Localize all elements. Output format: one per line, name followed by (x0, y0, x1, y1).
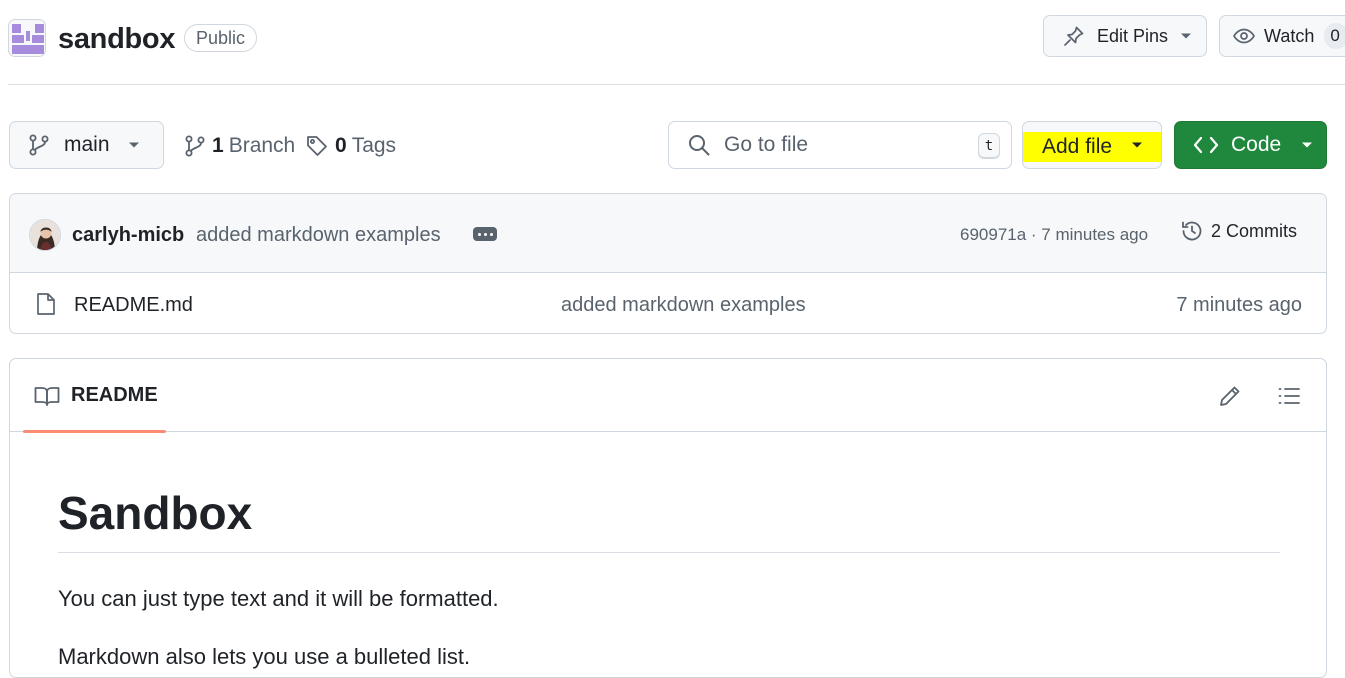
commits-count-label: 2 Commits (1211, 220, 1298, 241)
identicon-icon (12, 24, 44, 54)
watch-label: Watch (1264, 25, 1315, 46)
tag-count: 0 (335, 134, 347, 157)
add-file-button[interactable]: Add file (1022, 121, 1162, 169)
git-branch-icon (28, 133, 50, 157)
keyboard-shortcut-hint: t (978, 133, 1000, 159)
avatar[interactable] (29, 219, 61, 251)
triangle-down-icon (1301, 141, 1313, 149)
triangle-down-icon (128, 141, 140, 149)
readme-paragraph: Markdown also lets you use a bulleted li… (58, 644, 471, 669)
watch-count: 0 (1324, 23, 1345, 49)
triangle-down-icon (1180, 32, 1192, 40)
history-icon (1180, 219, 1204, 243)
branches-link[interactable]: 1 Branch (184, 132, 295, 160)
file-browser: carlyh-micb added markdown examples 6909… (9, 193, 1327, 334)
book-icon (34, 385, 60, 407)
tag-label: Tags (351, 134, 397, 157)
edit-pins-button[interactable]: Edit Pins (1043, 15, 1207, 57)
file-name-link[interactable]: README.md (74, 291, 193, 319)
commit-author[interactable]: carlyh-micb (72, 221, 184, 249)
search-icon (688, 134, 710, 156)
active-tab-indicator (23, 430, 166, 433)
tags-link[interactable]: 0 Tags (305, 132, 396, 160)
commits-history-link[interactable]: 2 Commits (1180, 219, 1297, 243)
go-to-file-placeholder: Go to file (724, 133, 809, 156)
branch-name: main (64, 133, 110, 156)
triangle-down-icon (1131, 141, 1143, 149)
readme-heading: Sandbox (58, 483, 1280, 553)
branch-select-button[interactable]: main (9, 121, 164, 169)
file-commit-message[interactable]: added markdown examples (561, 291, 806, 319)
readme-panel: README Sandbox You can just type text an… (9, 358, 1327, 678)
pencil-icon[interactable] (1218, 384, 1242, 408)
tab-readme[interactable]: README (23, 359, 166, 433)
repo-name[interactable]: sandbox (58, 21, 175, 57)
ellipsis-icon[interactable] (473, 227, 497, 241)
visibility-badge: Public (184, 24, 258, 52)
edit-pins-label: Edit Pins (1097, 25, 1169, 46)
pin-icon (1062, 24, 1086, 48)
readme-tab-label: README (71, 384, 158, 406)
git-branch-icon (184, 134, 206, 158)
eye-icon (1232, 24, 1256, 48)
commit-message[interactable]: added markdown examples (196, 221, 441, 249)
readme-paragraph: You can just type text and it will be fo… (58, 586, 499, 611)
code-icon (1193, 135, 1219, 155)
header-divider (8, 84, 1345, 85)
code-button[interactable]: Code (1174, 121, 1327, 169)
commit-sha-time[interactable]: 690971a · 7 minutes ago (960, 223, 1148, 247)
repo-avatar (8, 19, 46, 57)
file-commit-time: 7 minutes ago (1176, 294, 1302, 316)
code-label: Code (1231, 133, 1282, 156)
latest-commit-bar: carlyh-micb added markdown examples 6909… (10, 194, 1326, 273)
watch-button[interactable]: Watch 0 (1219, 15, 1345, 57)
branch-label: Branch (228, 134, 296, 157)
readme-tab-bar: README (10, 359, 1326, 433)
tag-icon (305, 134, 329, 158)
file-icon (36, 292, 56, 316)
table-row[interactable]: README.md added markdown examples 7 minu… (10, 274, 1326, 333)
branch-count: 1 (212, 134, 224, 157)
go-to-file-input[interactable]: Go to file t (668, 121, 1012, 169)
add-file-label: Add file (1042, 135, 1113, 158)
list-unordered-icon[interactable] (1277, 384, 1301, 408)
